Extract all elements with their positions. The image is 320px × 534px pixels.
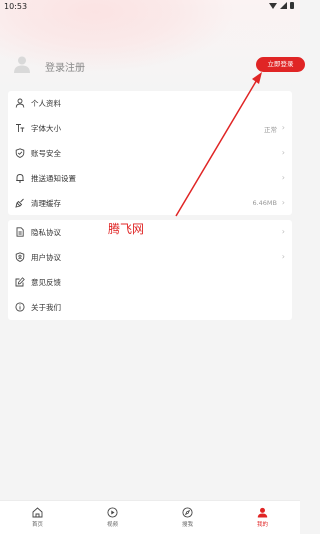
bottom-tab-bar: 首页 视频 搜我 我的 (0, 500, 300, 534)
tab-discover[interactable]: 搜我 (150, 501, 225, 534)
tab-label: 我的 (256, 522, 268, 528)
tab-label: 视频 (106, 522, 118, 528)
tab-label: 搜我 (181, 522, 193, 528)
user-icon (257, 507, 268, 518)
annotation-arrow (175, 72, 262, 217)
compass-icon (182, 507, 193, 518)
play-icon (107, 507, 118, 518)
tab-mine[interactable]: 我的 (225, 501, 300, 534)
tab-home[interactable]: 首页 (0, 501, 75, 534)
tab-video[interactable]: 视频 (75, 501, 150, 534)
home-icon (32, 507, 43, 518)
tab-label: 首页 (31, 522, 43, 528)
